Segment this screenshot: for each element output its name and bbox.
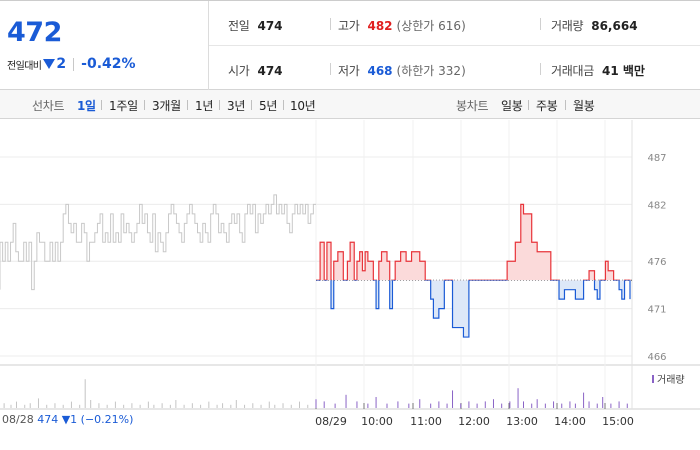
divider (330, 63, 331, 75)
today-line-up (316, 203, 631, 281)
y-tick-label: 476 (647, 257, 666, 268)
down-triangle-icon (43, 59, 56, 69)
change-label: 전일대비 (7, 60, 42, 72)
divider (540, 18, 541, 30)
candle-chart-label: 봉차트 (456, 99, 489, 113)
prev-close-stat: 전일 474 (228, 17, 283, 34)
high-value: 482 (367, 19, 393, 33)
change-percent: -0.42% (81, 56, 136, 72)
chart-canvas: 487 482 476 471 466 08/29 10:00 11:00 12:00 13:00… (0, 120, 700, 428)
period-5y[interactable]: 5년 (259, 97, 277, 114)
amount-label: 거래대금 (551, 64, 594, 78)
volume-legend-label: 거래량 (657, 375, 685, 386)
prev-day-date: 08/28 (2, 413, 34, 426)
divider (565, 100, 566, 110)
lower-limit: (하한가 332) (396, 64, 466, 78)
y-tick-label: 471 (647, 305, 666, 316)
row-divider (209, 45, 700, 46)
period-1y[interactable]: 1년 (195, 97, 213, 114)
open-label: 시가 (228, 64, 250, 78)
volume-label: 거래량 (551, 19, 584, 33)
high-stat: 고가 482 (상한가 616) (338, 17, 466, 34)
period-1d[interactable]: 1일 (77, 97, 96, 114)
divider (540, 63, 541, 75)
change-value: 2 (56, 56, 67, 72)
price-box: 472 전일대비 2 -0.42% (0, 1, 209, 90)
divider (219, 100, 220, 110)
divider (330, 18, 331, 30)
open-stat: 시가 474 (228, 62, 283, 79)
x-tick-label: 12:00 (458, 415, 490, 428)
y-tick-label: 487 (647, 153, 666, 164)
prev-close-value: 474 (257, 19, 283, 33)
line-chart-label: 선차트 (32, 99, 65, 113)
candle-daily[interactable]: 일봉 (501, 97, 523, 114)
low-value: 468 (367, 64, 393, 78)
prev-day-line (0, 194, 316, 291)
period-3m[interactable]: 3개월 (152, 97, 181, 114)
open-value: 474 (257, 64, 283, 78)
candle-monthly[interactable]: 월봉 (573, 97, 595, 114)
upper-limit: (상한가 616) (396, 19, 466, 33)
y-tick-label: 466 (647, 352, 666, 363)
volume-legend: 거래량 (652, 371, 685, 386)
amount-stat: 거래대금 41 백만 (551, 62, 645, 79)
x-tick-label: 14:00 (554, 415, 586, 428)
divider (144, 100, 145, 110)
low-label: 저가 (338, 64, 360, 78)
chart-toolbar: 선차트 1일 1주일 3개월 1년 3년 5년 10년 봉차트 일봉 주봉 월봉 (0, 90, 700, 119)
period-3y[interactable]: 3년 (227, 97, 245, 114)
low-stat: 저가 468 (하한가 332) (338, 62, 466, 79)
y-tick-label: 482 (647, 200, 666, 211)
high-label: 고가 (338, 19, 360, 33)
prev-close-label: 전일 (228, 19, 250, 33)
x-tick-label: 10:00 (361, 415, 393, 428)
divider (283, 100, 284, 110)
prev-day-value: 474 ▼1 (−0.21%) (37, 413, 134, 426)
candle-weekly[interactable]: 주봉 (536, 97, 558, 114)
period-10y[interactable]: 10년 (290, 97, 316, 114)
divider (73, 57, 75, 71)
divider (187, 100, 188, 110)
price-chart[interactable]: 487 482 476 471 466 08/29 10:00 11:00 12:00 13:00… (0, 120, 700, 450)
quote-panel: 472 전일대비 2 -0.42% 전일 474 고가 482 (상한가 616… (0, 0, 700, 90)
x-tick-label: 15:00 (602, 415, 634, 428)
x-tick-label: 13:00 (506, 415, 538, 428)
volume-stat: 거래량 86,664 (551, 17, 638, 34)
volume-swatch (652, 374, 654, 383)
divider (101, 100, 102, 110)
divider (251, 100, 252, 110)
x-tick-label: 08/29 (315, 415, 347, 428)
change-line: 전일대비 2 -0.42% (7, 56, 136, 72)
amount-value: 41 백만 (601, 64, 645, 78)
period-1w[interactable]: 1주일 (109, 97, 138, 114)
prev-day-label: 08/28 474 ▼1 (−0.21%) (2, 413, 133, 426)
volume-value: 86,664 (591, 19, 638, 33)
current-price: 472 (7, 17, 62, 48)
x-tick-label: 11:00 (410, 415, 442, 428)
divider (528, 100, 529, 110)
